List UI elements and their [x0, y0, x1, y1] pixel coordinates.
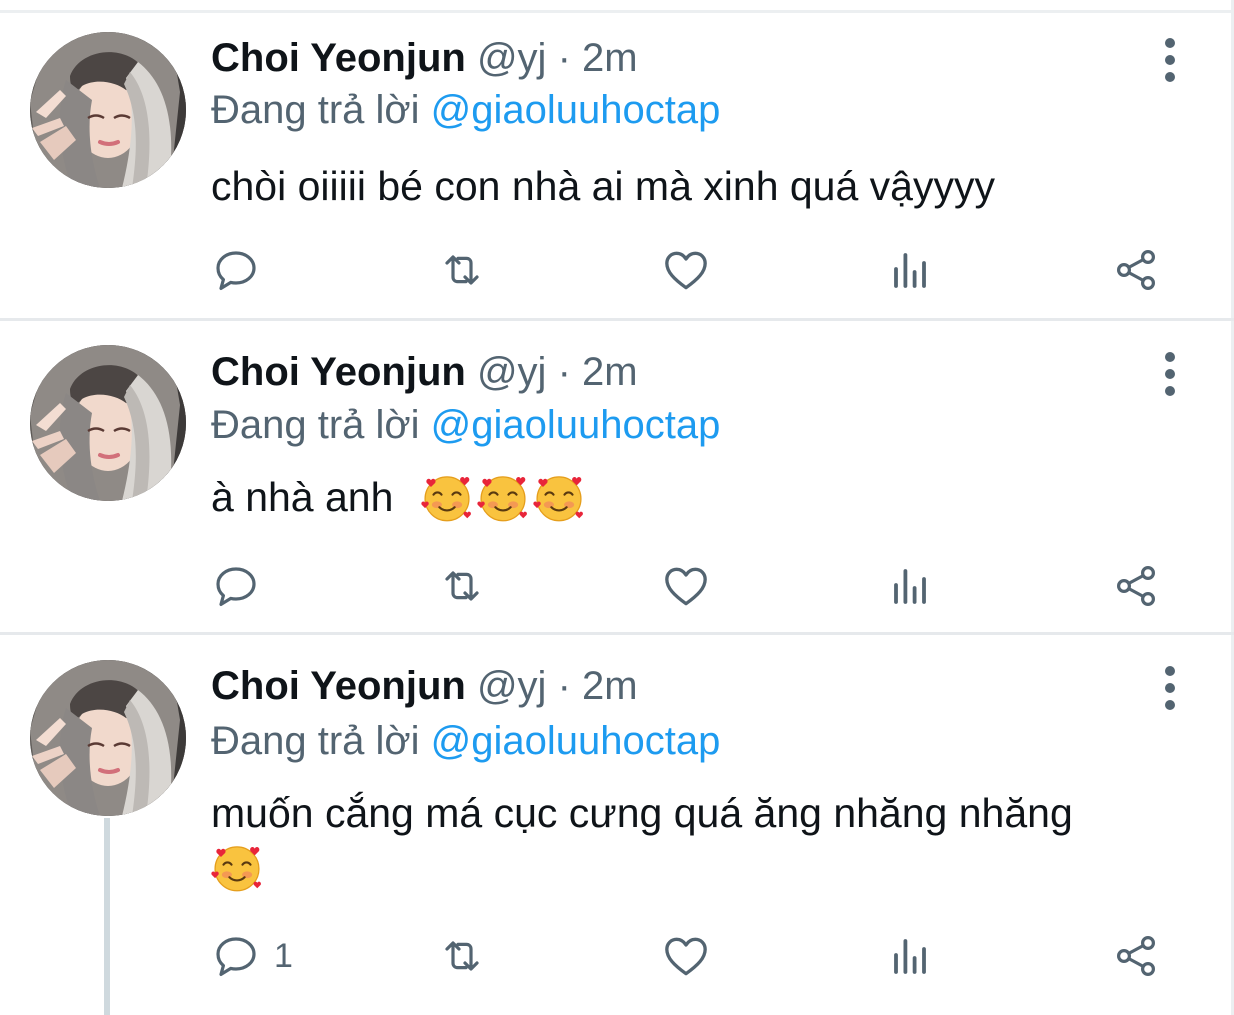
author-name[interactable]: Choi Yeonjun [211, 664, 466, 708]
author-handle[interactable]: @yj [477, 664, 547, 708]
smiling-face-with-hearts-emoji [476, 471, 530, 525]
separator: · [557, 36, 571, 80]
tweet-text-content: muốn cắng má cục cưng quá ăng nhăng nhăn… [211, 790, 1073, 836]
analytics-icon [886, 562, 934, 610]
author-handle[interactable]: @yj [477, 350, 547, 394]
reply-icon [212, 562, 260, 610]
retweet-button[interactable] [437, 931, 487, 981]
emoji-group [210, 841, 264, 895]
share-icon [1112, 562, 1160, 610]
author-name[interactable]: Choi Yeonjun [211, 36, 466, 80]
replying-to: Đang trả lời @giaoluuhoctap [211, 399, 720, 451]
reply-icon [212, 246, 260, 294]
tweet-text: muốn cắng má cục cưng quá ăng nhăng nhăn… [211, 785, 1191, 841]
tweet[interactable]: Choi Yeonjun @yj · 2m Đang trả lời @giao… [0, 0, 1234, 318]
avatar[interactable] [30, 345, 186, 501]
tweet-text-content: à nhà anh [211, 474, 394, 520]
replying-to-label: Đang trả lời [211, 719, 420, 763]
analytics-button[interactable] [886, 561, 934, 611]
replying-to-label: Đang trả lời [211, 403, 420, 447]
smiling-face-with-hearts-emoji [420, 471, 474, 525]
retweet-icon [437, 932, 487, 980]
reply-timeline: Choi Yeonjun @yj · 2m Đang trả lời @giao… [0, 0, 1234, 1015]
like-icon [661, 245, 711, 295]
reply-button[interactable] [212, 561, 260, 611]
like-button[interactable] [661, 561, 711, 611]
author-name[interactable]: Choi Yeonjun [211, 350, 466, 394]
tweet-header: Choi Yeonjun @yj · 2m [211, 347, 638, 397]
separator: · [557, 350, 571, 394]
retweet-button[interactable] [437, 245, 487, 295]
smiling-face-with-hearts-emoji [210, 841, 264, 895]
more-options-icon[interactable] [1150, 666, 1190, 710]
retweet-icon [437, 562, 487, 610]
tweet-header: Choi Yeonjun @yj · 2m [211, 33, 638, 83]
analytics-button[interactable] [886, 931, 934, 981]
mention-link[interactable]: @giaoluuhoctap [431, 403, 721, 447]
separator: · [557, 664, 571, 708]
share-button[interactable] [1112, 245, 1160, 295]
more-options-icon[interactable] [1150, 38, 1190, 82]
replying-to: Đang trả lời @giaoluuhoctap [211, 715, 720, 767]
retweet-icon [437, 246, 487, 294]
timestamp[interactable]: 2m [582, 664, 638, 708]
timestamp[interactable]: 2m [582, 36, 638, 80]
tweet-text: chòi oiiiii bé con nhà ai mà xinh quá vậ… [211, 158, 1191, 214]
reply-button[interactable]: 1 [212, 931, 293, 981]
reply-button[interactable] [212, 245, 260, 295]
emoji-group [420, 471, 586, 525]
tweet[interactable]: Choi Yeonjun @yj · 2m Đang trả lời @giao… [0, 635, 1234, 1015]
like-icon [661, 561, 711, 611]
reply-icon [212, 932, 260, 980]
tweet[interactable]: Choi Yeonjun @yj · 2m Đang trả lời @giao… [0, 321, 1234, 632]
analytics-icon [886, 932, 934, 980]
more-options-icon[interactable] [1150, 352, 1190, 396]
like-icon [661, 931, 711, 981]
mention-link[interactable]: @giaoluuhoctap [431, 88, 721, 132]
share-button[interactable] [1112, 561, 1160, 611]
analytics-button[interactable] [886, 245, 934, 295]
replying-to: Đang trả lời @giaoluuhoctap [211, 84, 720, 136]
author-handle[interactable]: @yj [477, 36, 547, 80]
replying-to-label: Đang trả lời [211, 88, 420, 132]
avatar[interactable] [30, 660, 186, 816]
analytics-icon [886, 246, 934, 294]
timestamp[interactable]: 2m [582, 350, 638, 394]
smiling-face-with-hearts-emoji [532, 471, 586, 525]
share-button[interactable] [1112, 931, 1160, 981]
share-icon [1112, 246, 1160, 294]
avatar[interactable] [30, 32, 186, 188]
tweet-header: Choi Yeonjun @yj · 2m [211, 661, 638, 711]
reply-count: 1 [274, 936, 293, 975]
retweet-button[interactable] [437, 561, 487, 611]
thread-line [104, 818, 110, 1015]
mention-link[interactable]: @giaoluuhoctap [431, 719, 721, 763]
tweet-text: à nhà anh [211, 469, 1191, 525]
tweet-text-content: chòi oiiiii bé con nhà ai mà xinh quá vậ… [211, 163, 995, 209]
like-button[interactable] [661, 931, 711, 981]
like-button[interactable] [661, 245, 711, 295]
share-icon [1112, 932, 1160, 980]
